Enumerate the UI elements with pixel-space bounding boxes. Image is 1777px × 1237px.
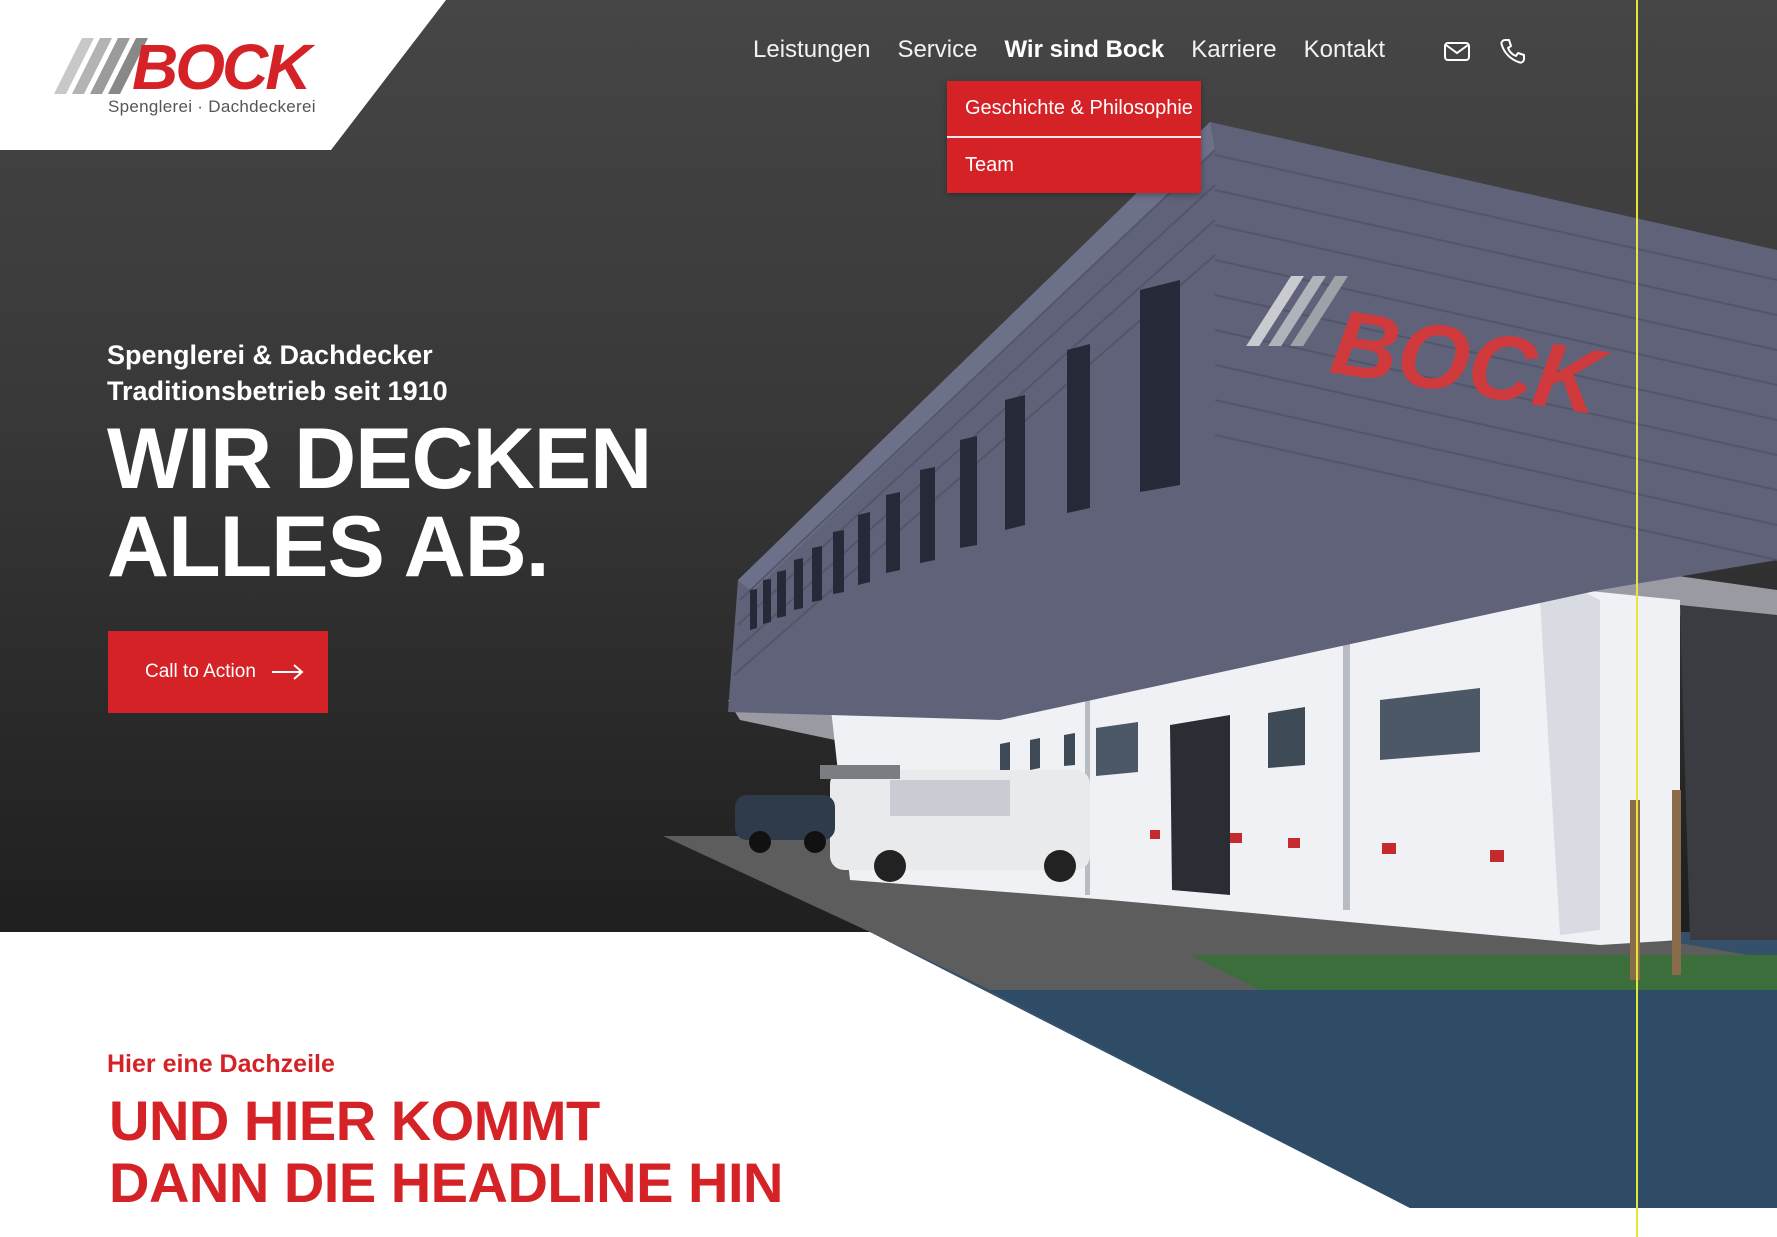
nav-icons: [1442, 36, 1528, 66]
main-nav: Leistungen Service Wir sind Bock Karrier…: [753, 36, 1412, 68]
cta-button[interactable]: Call to Action: [108, 631, 328, 713]
phone-icon[interactable]: [1498, 36, 1528, 66]
dropdown-item-geschichte[interactable]: Geschichte & Philosophie: [947, 81, 1201, 136]
nav-dropdown: Geschichte & Philosophie Team: [947, 81, 1201, 193]
nav-item-service[interactable]: Service: [897, 36, 977, 68]
hero-headline-line1: WIR DECKEN: [107, 411, 652, 507]
section-dachzeile: Hier eine Dachzeile: [107, 1050, 335, 1078]
cta-label: Call to Action: [145, 661, 256, 682]
hero-headline: WIR DECKEN ALLES AB.: [107, 411, 652, 595]
logo-wordmark: BOCK: [132, 31, 311, 103]
mail-icon[interactable]: [1442, 36, 1472, 66]
nav-item-kontakt[interactable]: Kontakt: [1304, 36, 1385, 68]
arrow-right-icon: [271, 664, 304, 680]
nav-item-karriere[interactable]: Karriere: [1191, 36, 1276, 68]
section-headline: UND HIER KOMMT DANN DIE HEADLINE HIN: [109, 1090, 783, 1214]
section-headline-line1: UND HIER KOMMT: [109, 1089, 600, 1152]
hero-kicker-line2: Traditionsbetrieb seit 1910: [107, 376, 448, 406]
hero-kicker-line1: Spenglerei & Dachdecker: [107, 340, 433, 370]
nav-item-leistungen[interactable]: Leistungen: [753, 36, 870, 68]
hero-headline-line2: ALLES AB.: [107, 499, 550, 595]
dropdown-item-team[interactable]: Team: [947, 138, 1201, 193]
guide-line: [1636, 0, 1638, 1237]
hero-kicker: Spenglerei & Dachdecker Traditionsbetrie…: [107, 337, 448, 409]
nav-item-wir-sind-bock[interactable]: Wir sind Bock: [1004, 36, 1164, 68]
logo-tagline: Spenglerei · Dachdeckerei: [108, 97, 316, 116]
section-headline-line2: DANN DIE HEADLINE HIN: [109, 1151, 783, 1214]
